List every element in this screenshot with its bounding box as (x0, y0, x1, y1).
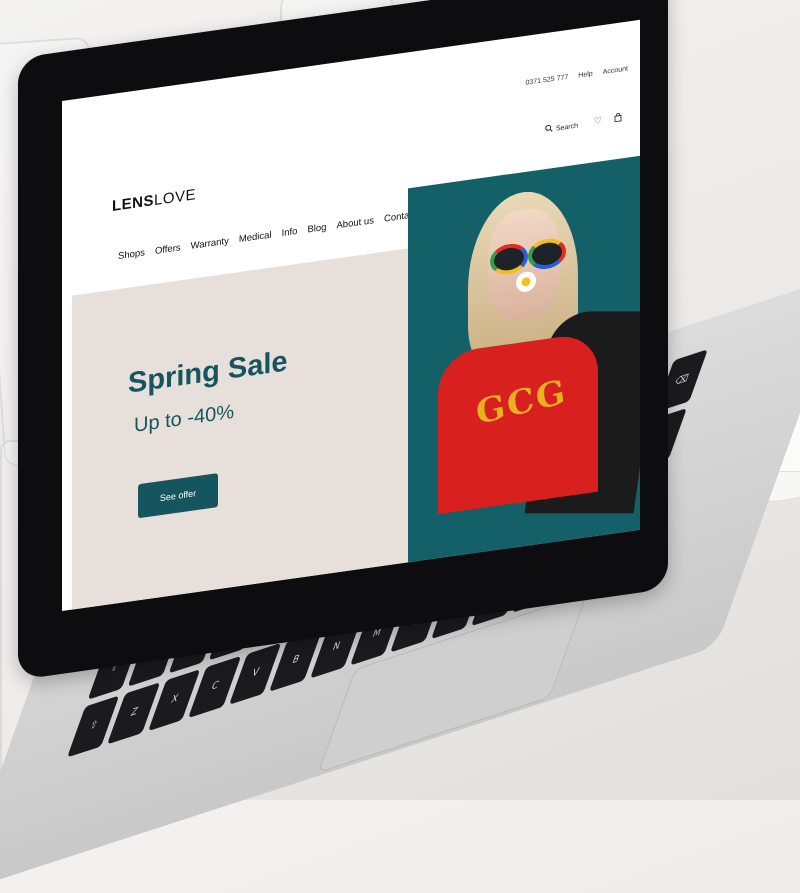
nav-item-about-us[interactable]: About us (336, 215, 374, 231)
nav-item-shops[interactable]: Shops (118, 247, 145, 262)
account-link[interactable]: Account (603, 65, 628, 76)
key: C (188, 655, 242, 719)
nav-item-blog[interactable]: Blog (307, 222, 326, 236)
search-icon (545, 124, 553, 135)
model-shirt (438, 331, 598, 515)
key: X (147, 668, 201, 732)
phone-number[interactable]: 0371 525 777 (525, 74, 568, 87)
heart-icon[interactable]: ♡ (594, 115, 602, 127)
hero-panel (72, 247, 412, 612)
top-utility-bar: 0371 525 777 Help Account (525, 65, 628, 86)
help-link[interactable]: Help (578, 70, 592, 79)
search-button[interactable]: Search (545, 120, 578, 135)
key: Z (107, 681, 161, 745)
site-logo[interactable]: LENSLOVE (112, 186, 196, 215)
key: V (228, 642, 282, 705)
hero-photo (408, 155, 640, 569)
nav-item-info[interactable]: Info (282, 226, 298, 239)
logo-bold-text: LENS (112, 192, 155, 215)
logo-light-text: LOVE (154, 186, 197, 210)
search-label: Search (555, 121, 578, 133)
nav-item-offers[interactable]: Offers (155, 242, 181, 257)
laptop-screen: 0371 525 777 Help Account Search ♡ LENSL… (62, 19, 640, 612)
key: ⇧ (67, 694, 120, 758)
nav-item-warranty[interactable]: Warranty (191, 236, 229, 252)
bag-icon[interactable] (614, 112, 622, 124)
nav-item-medical[interactable]: Medical (239, 230, 272, 246)
